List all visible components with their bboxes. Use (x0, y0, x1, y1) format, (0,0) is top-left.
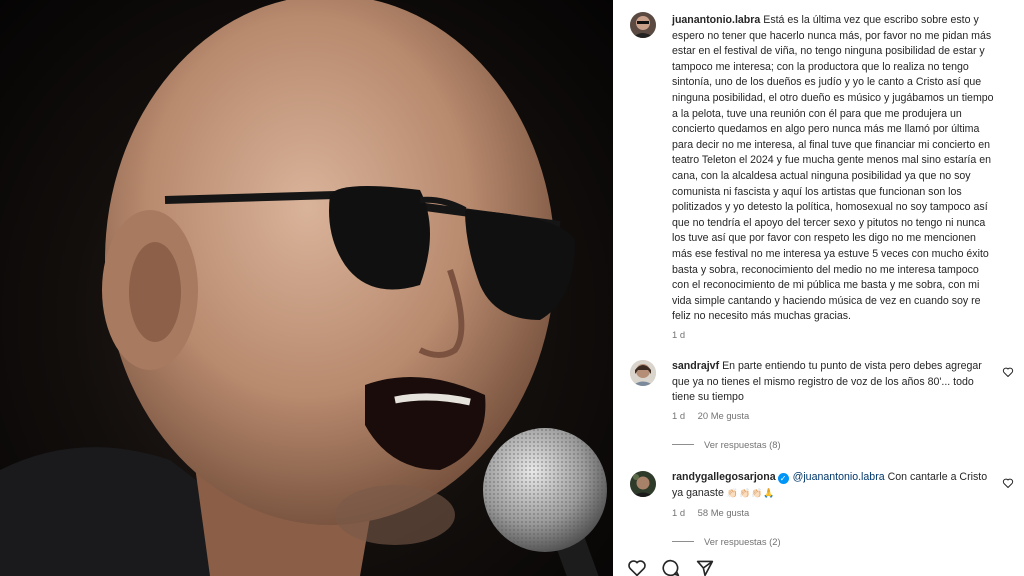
comment-text: sandrajvf En parte entiendo tu punto de … (672, 359, 998, 406)
heart-icon[interactable] (1002, 366, 1014, 378)
post-photo (0, 0, 613, 576)
commenter-username[interactable]: sandrajvf (672, 360, 719, 372)
commenter-avatar-randygallegosarjona[interactable] (630, 471, 656, 497)
comment-likes[interactable]: 58 Me gusta (698, 507, 750, 518)
comment-icon-svg (662, 559, 680, 576)
comment-emojis: 👏🏻👏🏻👏🏻🙏 (726, 487, 776, 498)
commenter-avatar-sandrajvf[interactable] (630, 360, 656, 386)
view-replies-label[interactable]: Ver respuestas (2) (704, 536, 781, 547)
heart-icon[interactable] (1002, 477, 1014, 489)
caption-meta: 1 d (672, 329, 695, 341)
commenter-avatar-image (630, 360, 656, 386)
comment-text: randygallegosarjona ✓ @juanantonio.labra … (672, 470, 998, 501)
comment-meta: 1 d 20 Me gusta (672, 410, 759, 422)
author-avatar[interactable] (630, 12, 656, 38)
singer-photo-illustration (0, 0, 607, 576)
like-heart-icon-svg (628, 560, 646, 576)
author-avatar-image (630, 12, 656, 38)
comment-meta: 1 d 58 Me gusta (672, 507, 759, 519)
like-heart-icon[interactable] (627, 559, 647, 576)
verified-badge-icon: ✓ (777, 473, 789, 484)
post-caption: juanantonio.labra Está es la última vez … (672, 13, 998, 325)
comment-time: 1 d (672, 410, 686, 421)
commenter-username[interactable]: randygallegosarjona (672, 471, 776, 483)
caption-time: 1 d (672, 329, 686, 340)
comment-likes[interactable]: 20 Me gusta (698, 410, 750, 421)
share-icon-svg (696, 560, 714, 576)
view-replies[interactable]: Ver respuestas (8) (672, 439, 781, 451)
replies-divider (672, 541, 694, 542)
author-username[interactable]: juanantonio.labra (672, 14, 760, 26)
commenter-avatar-image (630, 471, 656, 497)
comment-time: 1 d (672, 507, 686, 518)
comment-body: En parte entiendo tu punto de vista pero… (672, 360, 982, 404)
comment-mention[interactable]: @juanantonio.labra (793, 471, 885, 483)
comments-panel: juanantonio.labra Está es la última vez … (613, 0, 1024, 576)
replies-divider (672, 444, 694, 445)
view-replies-label[interactable]: Ver respuestas (8) (704, 439, 781, 450)
view-replies[interactable]: Ver respuestas (2) (672, 536, 781, 548)
comment-icon[interactable] (661, 559, 681, 576)
caption-text: Está es la última vez que escribo sobre … (672, 14, 994, 323)
share-icon[interactable] (695, 559, 715, 576)
